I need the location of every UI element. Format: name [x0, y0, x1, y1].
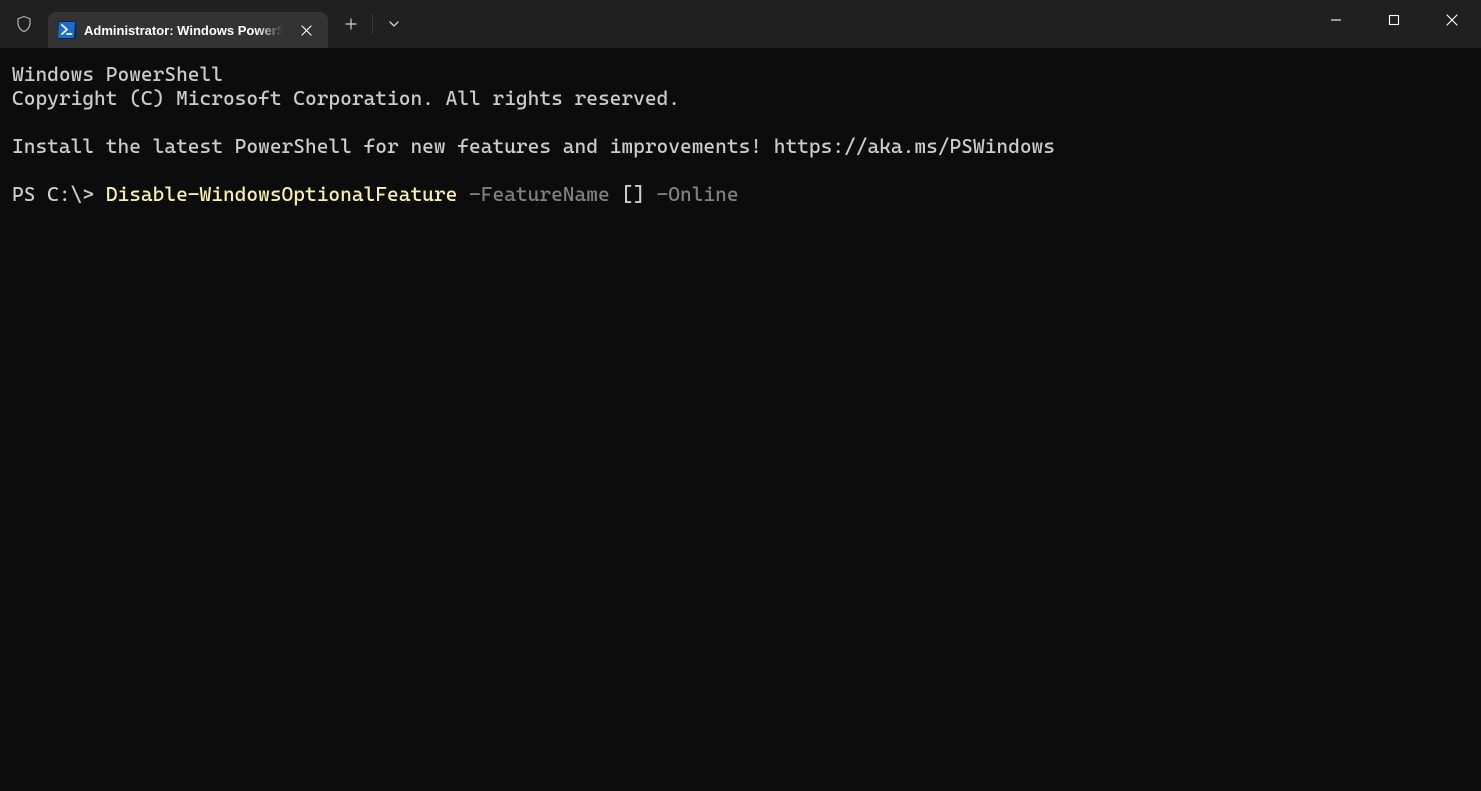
titlebar: Administrator: Windows PowerShell	[0, 0, 1481, 48]
tab-dropdown-button[interactable]	[377, 8, 411, 40]
command-parameter: -FeatureName	[469, 182, 610, 206]
terminal-line: Windows PowerShell	[12, 62, 223, 86]
shield-icon	[0, 0, 48, 48]
prompt: PS C:\>	[12, 182, 106, 206]
tab-close-button[interactable]	[294, 18, 318, 42]
titlebar-left: Administrator: Windows PowerShell	[0, 0, 411, 48]
window-minimize-button[interactable]	[1307, 0, 1365, 40]
tabbar-buttons	[334, 0, 411, 48]
command-space	[457, 182, 469, 206]
window-maximize-button[interactable]	[1365, 0, 1423, 40]
terminal-output[interactable]: Windows PowerShell Copyright (C) Microso…	[0, 48, 1481, 791]
window-close-button[interactable]	[1423, 0, 1481, 40]
terminal-line: Install the latest PowerShell for new fe…	[12, 134, 1055, 158]
tab-powershell-admin[interactable]: Administrator: Windows PowerShell	[48, 12, 328, 48]
command-space	[610, 182, 622, 206]
command-parameter: -Online	[657, 182, 739, 206]
window-controls	[1307, 0, 1481, 48]
command-argument: []	[621, 182, 644, 206]
tabbar-divider	[372, 14, 373, 34]
tab-title: Administrator: Windows PowerShell	[84, 23, 286, 38]
terminal-line: Copyright (C) Microsoft Corporation. All…	[12, 86, 680, 110]
new-tab-button[interactable]	[334, 8, 368, 40]
command-cmdlet: Disable-WindowsOptionalFeature	[106, 182, 458, 206]
command-space	[645, 182, 657, 206]
powershell-icon	[58, 21, 76, 39]
